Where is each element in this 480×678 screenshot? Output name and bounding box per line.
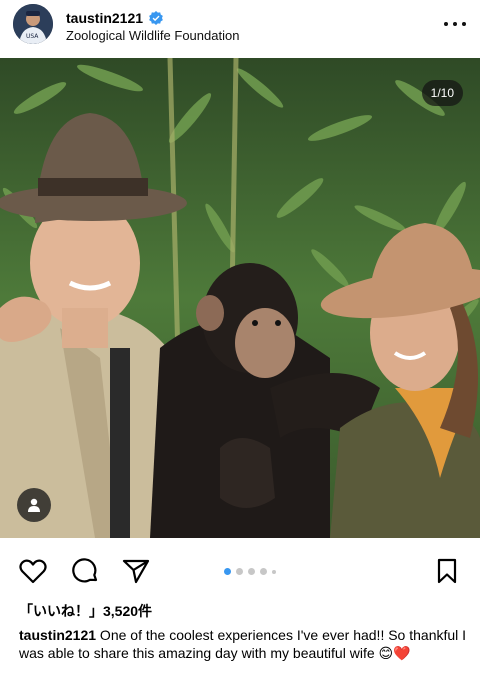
carousel-dot: [248, 568, 255, 575]
carousel-indicator: [224, 568, 276, 575]
carousel-dot: [272, 569, 276, 574]
svg-text:USA: USA: [26, 33, 39, 40]
carousel-counter: 1/10: [421, 80, 463, 106]
carousel-dot-active: [224, 568, 231, 575]
avatar[interactable]: USA: [13, 4, 53, 44]
likes-count[interactable]: 「いいね！」3,520件: [19, 601, 152, 621]
paper-plane-icon[interactable]: [121, 556, 151, 586]
caption-emojis: 😊❤️: [378, 645, 411, 661]
location-link[interactable]: Zoological Wildlife Foundation: [66, 28, 239, 43]
caption-username[interactable]: taustin2121: [19, 627, 96, 643]
verified-badge-icon: [149, 11, 163, 25]
post-caption: taustin2121 One of the coolest experienc…: [19, 626, 467, 662]
post-header: USA taustin2121 Zoological Wildlife Foun…: [0, 0, 480, 48]
username[interactable]: taustin2121: [66, 10, 143, 26]
action-bar: [0, 548, 480, 594]
bookmark-icon[interactable]: [432, 556, 462, 586]
person-tag-icon[interactable]: [17, 488, 51, 522]
more-options-icon[interactable]: [444, 14, 466, 34]
post-photo[interactable]: 1/10: [0, 58, 480, 538]
carousel-dot: [260, 568, 267, 575]
comment-icon[interactable]: [70, 556, 100, 586]
carousel-dot: [236, 568, 243, 575]
heart-icon[interactable]: [18, 556, 48, 586]
